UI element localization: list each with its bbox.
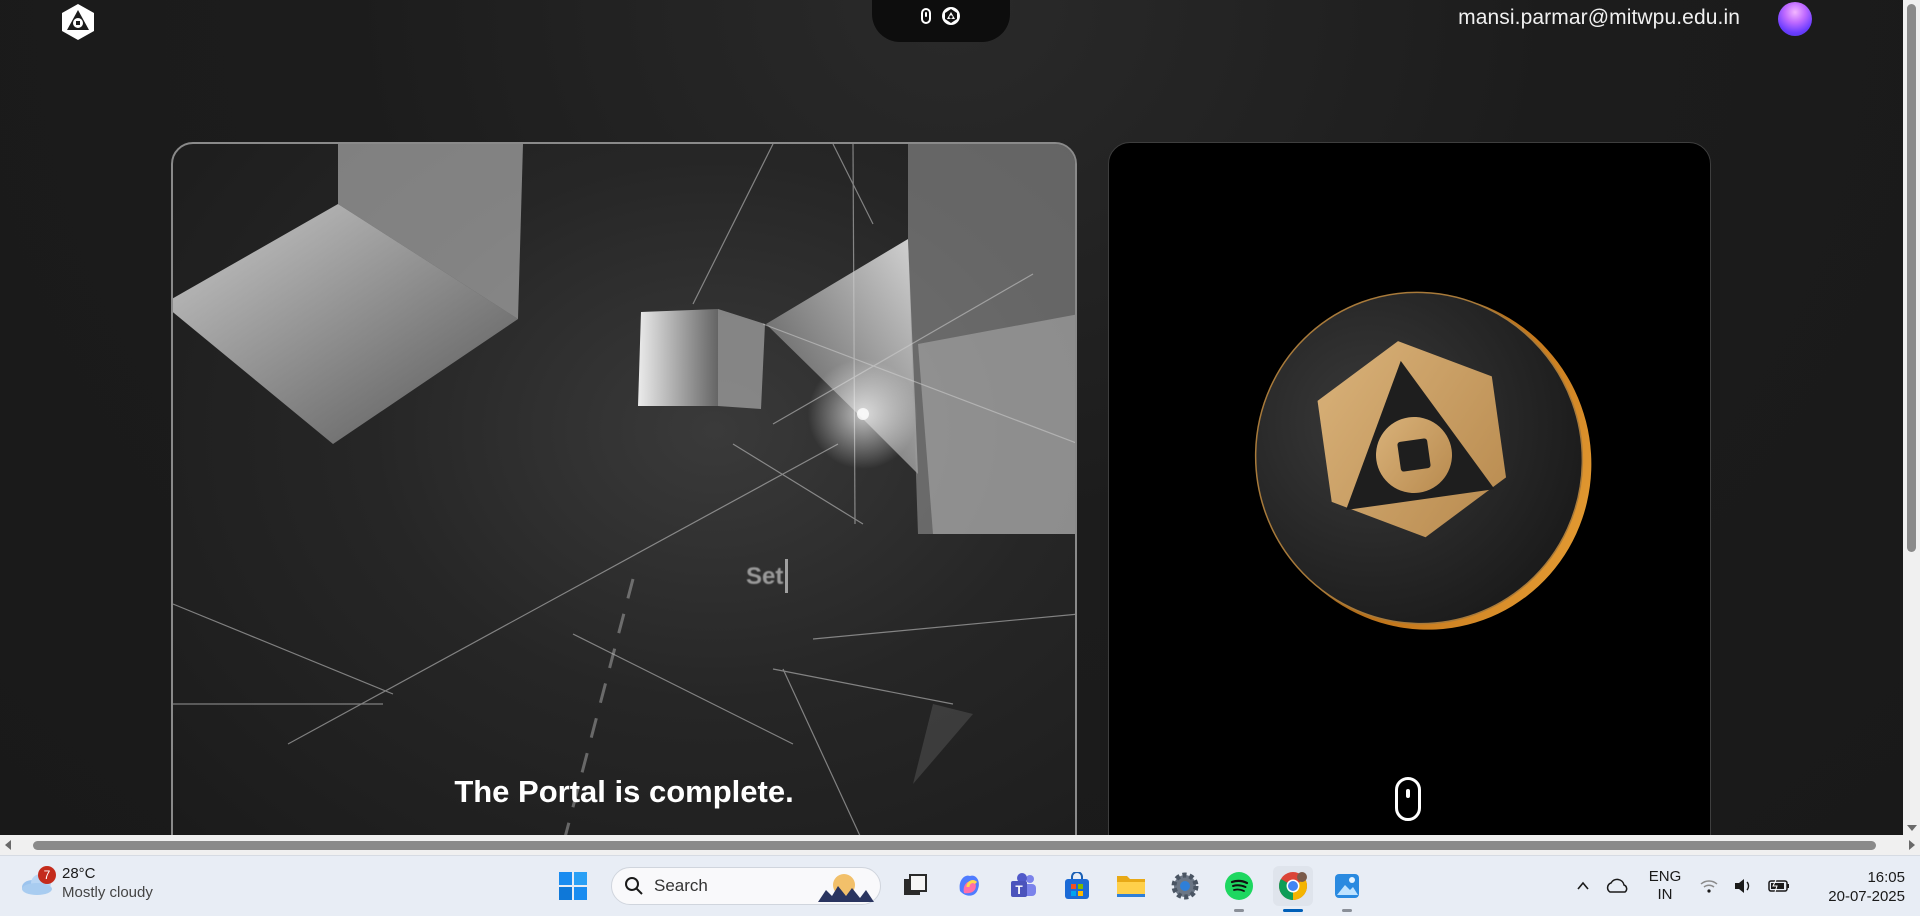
scroll-down-icon[interactable] <box>1395 777 1421 821</box>
microsoft-store-icon[interactable] <box>1057 866 1097 906</box>
taskbar-search-box[interactable]: Search <box>611 867 881 905</box>
photos-icon[interactable] <box>1327 866 1367 912</box>
running-indicator <box>1234 909 1244 912</box>
portal-badge-icon <box>942 7 960 25</box>
cloud-icon: 7 <box>20 866 56 896</box>
chrome-icon[interactable] <box>1273 866 1313 912</box>
portal-caption: The Portal is complete. <box>454 774 794 809</box>
weather-temperature: 28°C <box>62 865 96 882</box>
system-clock[interactable]: 16:05 20-07-2025 <box>1815 868 1905 906</box>
search-icon <box>625 877 643 895</box>
weather-condition: Mostly cloudy <box>62 884 153 901</box>
scroll-right-arrow-icon[interactable] <box>1909 840 1915 850</box>
portal-logo-icon[interactable] <box>58 2 98 42</box>
copilot-icon[interactable] <box>949 866 989 906</box>
abstract-geometry-illustration <box>173 144 1075 835</box>
language-line2: IN <box>1657 886 1673 903</box>
teams-icon[interactable]: T <box>1003 866 1043 906</box>
spotify-icon[interactable] <box>1219 866 1259 912</box>
portal-hero-card: Set The Portal is complete. <box>171 142 1077 835</box>
windows-taskbar: 7 28°C Mostly cloudy Search T ENG IN 16:… <box>0 855 1920 916</box>
overlay-typing-text: Set <box>746 563 784 590</box>
vertical-scrollbar-thumb[interactable] <box>1907 4 1916 552</box>
windows-start-icon[interactable] <box>553 866 593 906</box>
scroll-left-arrow-icon[interactable] <box>5 840 11 850</box>
svg-text:T: T <box>1015 883 1023 897</box>
settings-icon[interactable] <box>1165 866 1205 906</box>
chevron-up-icon[interactable] <box>1575 878 1591 894</box>
avatar[interactable] <box>1778 2 1812 36</box>
running-indicator <box>1342 909 1352 912</box>
onedrive-cloud-icon[interactable] <box>1605 877 1631 895</box>
volume-icon[interactable] <box>1733 877 1753 895</box>
search-highlight-icon <box>818 874 874 902</box>
file-explorer-icon[interactable] <box>1111 866 1151 906</box>
battery-icon[interactable] <box>1767 877 1791 895</box>
horizontal-scrollbar-thumb[interactable] <box>33 841 1876 850</box>
language-line1: ENG <box>1648 868 1682 885</box>
wifi-icon[interactable] <box>1699 877 1719 895</box>
portal-page: mansi.parmar@mitwpu.edu.in Set The Porta… <box>0 0 1903 835</box>
search-placeholder: Search <box>654 876 708 895</box>
vertical-scrollbar[interactable] <box>1903 0 1920 835</box>
horizontal-scrollbar[interactable] <box>0 835 1920 855</box>
taskbar-apps: Search T <box>553 864 1367 912</box>
user-email[interactable]: mansi.parmar@mitwpu.edu.in <box>1458 6 1740 30</box>
top-center-pill[interactable] <box>872 0 1010 42</box>
scroll-down-arrow-icon[interactable] <box>1907 825 1917 831</box>
system-tray: ENG IN <box>1575 864 1791 908</box>
clock-date: 20-07-2025 <box>1828 888 1905 905</box>
clock-time: 16:05 <box>1867 869 1905 886</box>
language-indicator[interactable]: ENG IN <box>1645 868 1685 904</box>
mouse-icon <box>921 8 931 24</box>
weather-widget[interactable]: 7 28°C Mostly cloudy <box>20 864 153 902</box>
portal-coin-icon <box>1254 291 1592 630</box>
task-view-icon[interactable] <box>895 866 935 906</box>
coin-card <box>1108 142 1711 835</box>
weather-alert-badge: 7 <box>38 866 56 884</box>
active-indicator <box>1283 909 1303 912</box>
typing-caret <box>785 559 788 593</box>
